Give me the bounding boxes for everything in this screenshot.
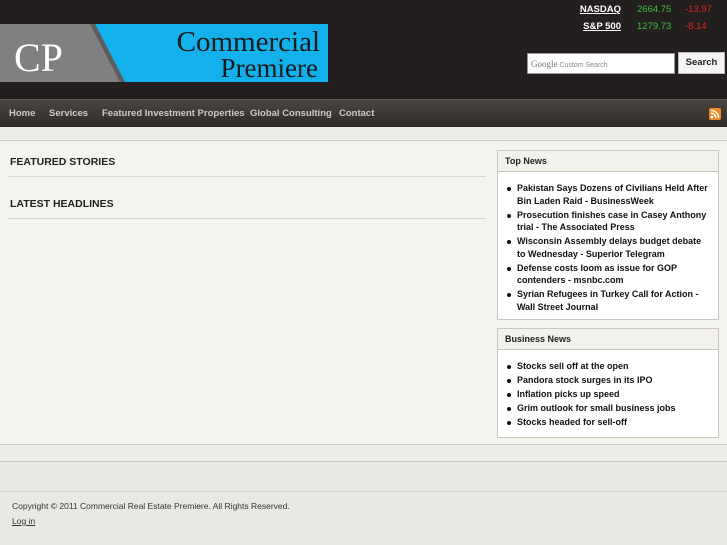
nav-contact[interactable]: Contact (339, 108, 374, 119)
copyright-text: Copyright © 2011 Commercial Real Estate … (12, 501, 290, 511)
news-link[interactable]: Pandora stock surges in its IPO (507, 374, 710, 387)
divider (0, 491, 727, 492)
ticker-name[interactable]: NASDAQ (580, 4, 621, 15)
ticker-name[interactable]: S&P 500 (583, 21, 621, 32)
news-link[interactable]: Syrian Refugees in Turkey Call for Actio… (507, 288, 710, 313)
search-placeholder: Custom Search (559, 62, 608, 69)
latest-headlines-heading: LATEST HEADLINES (10, 198, 114, 210)
divider (8, 218, 486, 219)
widget-title: Top News (498, 151, 718, 172)
logo-graphic: CP Commercial Premiere (0, 24, 328, 82)
news-link[interactable]: Inflation picks up speed (507, 388, 710, 401)
news-link[interactable]: Pakistan Says Dozens of Civilians Held A… (507, 182, 710, 207)
news-link[interactable]: Stocks sell off at the open (507, 360, 710, 373)
top-news-list: Pakistan Says Dozens of Civilians Held A… (498, 172, 718, 313)
business-news-widget: Business News Stocks sell off at the ope… (497, 328, 719, 438)
site-logo[interactable]: CP Commercial Premiere (0, 24, 328, 82)
widget-title: Business News (498, 329, 718, 350)
ticker-change: -13.97 (685, 4, 712, 15)
main-content: FEATURED STORIES LATEST HEADLINES Top Ne… (0, 140, 727, 445)
site-header: CP Commercial Premiere NASDAQ 2664.75 -1… (0, 0, 727, 99)
featured-stories-heading: FEATURED STORIES (10, 156, 116, 168)
site-footer: Copyright © 2011 Commercial Real Estate … (0, 461, 727, 545)
nav-featured-investment-properties[interactable]: Featured Investment Properties (102, 108, 245, 119)
nav-services[interactable]: Services (49, 108, 88, 119)
news-link[interactable]: Prosecution finishes case in Casey Antho… (507, 209, 710, 234)
google-logo: Google (531, 59, 558, 69)
ticker-row-nasdaq: NASDAQ 2664.75 -13.97 (560, 4, 727, 18)
search-input[interactable]: Google Custom Search (527, 53, 675, 74)
nav-home[interactable]: Home (9, 108, 35, 119)
nav-global-consulting[interactable]: Global Consulting (250, 108, 332, 119)
main-nav: Home Services Featured Investment Proper… (0, 99, 727, 127)
ticker-row-sp500: S&P 500 1279.73 -8.14 (560, 21, 727, 35)
search-button[interactable]: Search (678, 52, 725, 74)
news-link[interactable]: Grim outlook for small business jobs (507, 402, 710, 415)
login-link[interactable]: Log in (12, 516, 35, 526)
rss-glyph (710, 109, 720, 119)
top-news-widget: Top News Pakistan Says Dozens of Civilia… (497, 150, 719, 320)
divider (8, 176, 486, 177)
ticker-value: 2664.75 (637, 4, 672, 15)
logo-text-line2: Premiere (221, 53, 318, 82)
news-link[interactable]: Wisconsin Assembly delays budget debate … (507, 235, 710, 260)
business-news-list: Stocks sell off at the open Pandora stoc… (498, 350, 718, 429)
news-link[interactable]: Stocks headed for sell-off (507, 416, 710, 429)
logo-initials: CP (14, 35, 63, 80)
ticker-change: -8.14 (685, 21, 707, 32)
ticker-value: 1279.73 (637, 21, 672, 32)
rss-icon[interactable] (709, 108, 721, 120)
news-link[interactable]: Defense costs loom as issue for GOP cont… (507, 262, 710, 287)
